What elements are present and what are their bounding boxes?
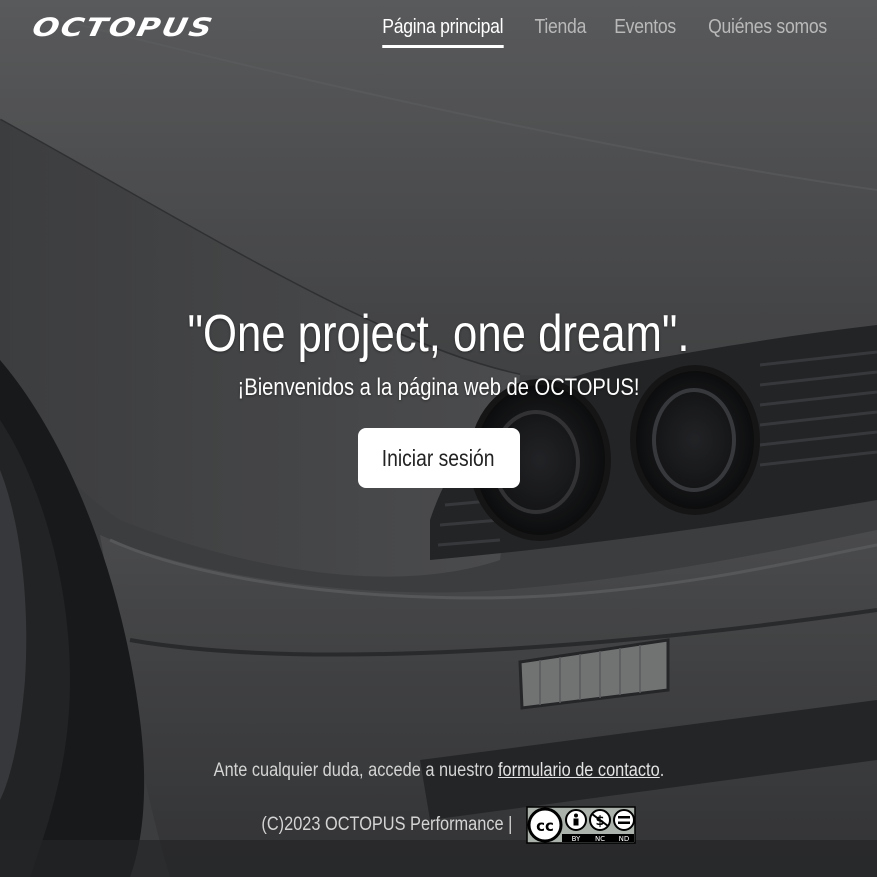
hero-subtitle: ¡Bienvenidos a la página web de OCTOPUS! <box>237 374 640 401</box>
login-button-label: Iniciar sesión <box>382 444 495 471</box>
hero-title: "One project, one dream". <box>187 305 690 363</box>
license-label-by: BY <box>572 835 581 843</box>
hero-section: "One project, one dream". ¡Bienvenidos a… <box>0 300 877 488</box>
contact-form-link[interactable]: formulario de contacto <box>498 760 660 781</box>
nav-item-events[interactable]: Eventos <box>614 16 676 48</box>
main-nav: Página principal Tienda Eventos Quiénes … <box>374 16 835 48</box>
creative-commons-by-nc-nd-icon[interactable]: cc $ BY NC ND <box>526 806 637 844</box>
site-header: OCTOPUS Página principal Tienda Eventos … <box>0 0 877 64</box>
contact-prefix: Ante cualquier duda, accede a nuestro <box>213 760 498 781</box>
octopus-logo[interactable]: OCTOPUS <box>29 12 217 43</box>
license-label-nc: NC <box>595 835 605 843</box>
svg-text:cc: cc <box>536 817 554 835</box>
copyright-row: (C)2023 OCTOPUS Performance | cc $ BY NC… <box>0 806 877 844</box>
copyright-text: (C)2023 OCTOPUS Performance | <box>261 814 512 835</box>
nav-item-home[interactable]: Página principal <box>381 16 503 48</box>
contact-suffix: . <box>659 760 664 781</box>
license-label-nd: ND <box>619 835 630 843</box>
contact-text: Ante cualquier duda, accede a nuestro fo… <box>213 756 664 786</box>
nav-item-shop[interactable]: Tienda <box>535 16 587 48</box>
nav-item-about[interactable]: Quiénes somos <box>708 16 827 48</box>
login-button[interactable]: Iniciar sesión <box>357 428 520 488</box>
page: OCTOPUS Página principal Tienda Eventos … <box>0 0 877 877</box>
site-footer: Ante cualquier duda, accede a nuestro fo… <box>0 756 877 844</box>
